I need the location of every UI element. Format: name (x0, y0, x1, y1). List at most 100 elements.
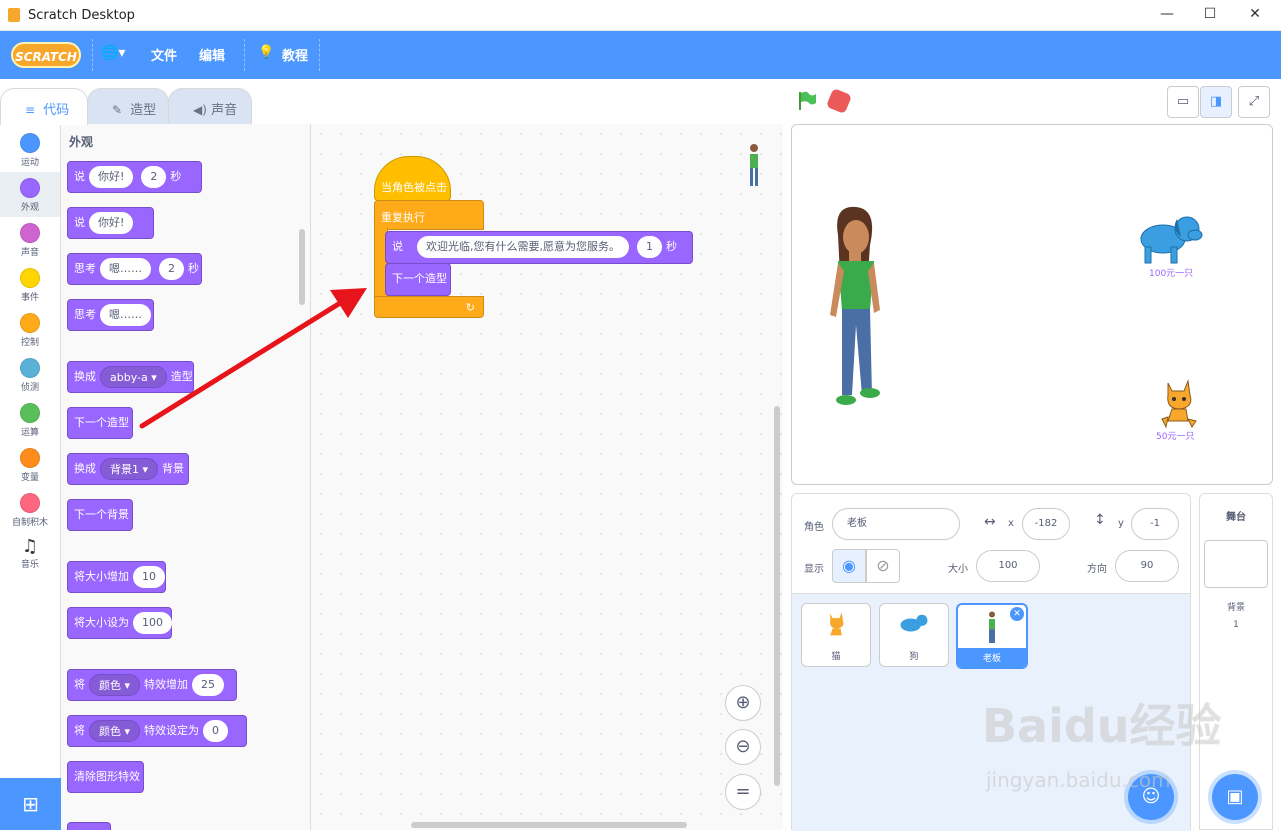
block-input[interactable]: 0 (203, 720, 229, 742)
switch-backdrop-block[interactable]: 换成 背景1 ▾ 背景 (67, 453, 189, 485)
category-variables[interactable]: 变量 (0, 442, 60, 487)
say-block[interactable]: 说你好! (67, 207, 154, 239)
add-backdrop-button[interactable]: ▣ (1212, 774, 1258, 820)
script-workspace[interactable]: 当角色被点击 重复执行 ↻ 说欢迎光临,您有什么需要,愿意为您服务。 1 秒 下一个… (311, 124, 783, 830)
stage-canvas[interactable]: 100元一只 50元一只 (791, 124, 1273, 485)
say-text-input[interactable]: 欢迎光临,您有什么需要,愿意为您服务。 (417, 236, 629, 258)
show-visible-button[interactable]: ◉ (832, 549, 866, 583)
workspace-vertical-scrollbar[interactable] (774, 406, 780, 786)
category-control[interactable]: 控制 (0, 307, 60, 352)
next-costume-script-block[interactable]: 下一个造型 (385, 263, 451, 296)
category-music[interactable]: ♫ 音乐 (0, 532, 60, 577)
stage-selector-title: 舞台 (1226, 512, 1246, 523)
scratch-logo[interactable]: SCRATCH (11, 42, 81, 68)
block-input[interactable]: 100 (133, 612, 172, 634)
say-for-secs-script-block[interactable]: 说欢迎光临,您有什么需要,愿意为您服务。 1 秒 (385, 231, 693, 264)
change-size-block[interactable]: 将大小增加 10 (67, 561, 166, 593)
file-menu[interactable]: 文件 (151, 45, 177, 64)
tab-sounds[interactable]: ◀) 声音 (168, 88, 252, 124)
y-position-input[interactable]: -1 (1131, 508, 1179, 540)
block-input[interactable]: 嗯…… (100, 304, 151, 326)
tab-code[interactable]: ≡ 代码 (0, 88, 88, 125)
eye-icon: ◉ (842, 556, 856, 575)
minimize-button[interactable]: — (1157, 6, 1177, 24)
size-input[interactable]: 100 (976, 550, 1040, 582)
fullscreen-button[interactable]: ⤢ (1238, 86, 1270, 118)
category-operators[interactable]: 运算 (0, 397, 60, 442)
show-label: 显示 (804, 564, 824, 575)
sprite-name-input[interactable]: 老板 (832, 508, 960, 540)
block-input[interactable]: 25 (192, 674, 225, 696)
delete-sprite-icon[interactable]: ✕ (1010, 607, 1024, 621)
close-button[interactable]: ✕ (1245, 6, 1265, 24)
tab-code-label: 代码 (43, 103, 70, 118)
category-label: 外观 (20, 203, 39, 213)
block-input[interactable]: 2 (141, 166, 167, 188)
zoom-in-button[interactable]: ⊕ (725, 685, 761, 721)
language-menu-icon[interactable]: 🌐▾ (101, 45, 125, 61)
switch-costume-block[interactable]: 换成 abby-a ▾ 造型 (67, 361, 194, 393)
category-motion[interactable]: 运动 (0, 127, 60, 172)
maximize-button[interactable]: ☐ (1200, 6, 1220, 24)
category-sensing[interactable]: 侦测 (0, 352, 60, 397)
show-hidden-button[interactable]: ⊘ (866, 549, 900, 583)
tab-costumes[interactable]: ✎ 造型 (87, 88, 169, 124)
small-stage-button[interactable]: ▭ (1167, 86, 1199, 118)
say-secs-input[interactable]: 1 (637, 236, 662, 258)
edit-menu[interactable]: 编辑 (199, 45, 225, 64)
tutorials-menu[interactable]: 教程 (282, 45, 308, 64)
sprite-thumb-cat[interactable]: 猫 (801, 603, 871, 667)
partial-block[interactable] (67, 822, 111, 830)
category-label: 控制 (20, 338, 39, 348)
zoom-reset-button[interactable]: = (725, 774, 761, 810)
abby-sprite[interactable] (818, 205, 888, 410)
clear-effects-block[interactable]: 清除图形特效 (67, 761, 144, 793)
normal-stage-icon: ◨ (1209, 94, 1223, 109)
change-effect-block[interactable]: 将颜色 ▾ 特效增加 25 (67, 669, 237, 701)
green-flag-icon[interactable] (797, 91, 817, 111)
direction-label: 方向 (1087, 564, 1107, 575)
x-position-input[interactable]: -182 (1022, 508, 1070, 540)
next-costume-block[interactable]: 下一个造型 (67, 407, 133, 439)
sprite-thumb-boss[interactable]: ✕ 老板 (956, 603, 1028, 669)
speaker-icon: ◀) (193, 103, 207, 117)
sensing-dot-icon (20, 358, 40, 378)
category-events[interactable]: 事件 (0, 262, 60, 307)
zoom-out-button[interactable]: ⊖ (725, 729, 761, 765)
next-backdrop-block[interactable]: 下一个背景 (67, 499, 133, 531)
dog-sprite[interactable] (1137, 211, 1203, 267)
code-icon: ≡ (25, 103, 36, 117)
sprite-thumb-dog[interactable]: 狗 (879, 603, 949, 667)
block-input[interactable]: 嗯…… (100, 258, 151, 280)
category-sound[interactable]: 声音 (0, 217, 60, 262)
workspace-horizontal-scrollbar[interactable] (411, 822, 687, 828)
normal-stage-button[interactable]: ◨ (1200, 86, 1232, 118)
stop-icon[interactable] (825, 87, 853, 115)
costume-dropdown[interactable]: abby-a ▾ (100, 366, 167, 388)
block-input[interactable]: 你好! (89, 212, 134, 234)
size-label: 大小 (948, 564, 968, 575)
set-effect-block[interactable]: 将颜色 ▾ 特效设定为 0 (67, 715, 247, 747)
cat-sprite[interactable] (1154, 377, 1202, 429)
category-looks[interactable]: 外观 (0, 172, 60, 217)
say-for-secs-block[interactable]: 说你好! 2 秒 (67, 161, 202, 193)
control-dot-icon (20, 313, 40, 333)
image-icon: ▣ (1226, 786, 1244, 807)
when-sprite-clicked-hat[interactable]: 当角色被点击 (374, 156, 451, 201)
add-extension-button[interactable]: ⊞ (0, 778, 61, 830)
block-input[interactable]: 2 (159, 258, 184, 280)
block-input[interactable]: 10 (133, 566, 165, 588)
category-my-blocks[interactable]: 自制积木 (0, 487, 60, 532)
think-block[interactable]: 思考 嗯…… (67, 299, 154, 331)
forever-block[interactable]: 重复执行 (374, 200, 484, 230)
effect-dropdown[interactable]: 颜色 ▾ (89, 674, 141, 696)
tab-costumes-label: 造型 (130, 103, 157, 118)
stage-thumbnail[interactable] (1204, 540, 1268, 588)
backdrop-dropdown[interactable]: 背景1 ▾ (100, 458, 159, 480)
think-for-secs-block[interactable]: 思考 嗯…… 2 秒 (67, 253, 202, 285)
effect-dropdown[interactable]: 颜色 ▾ (89, 720, 141, 742)
set-size-block[interactable]: 将大小设为 100 (67, 607, 172, 639)
block-input[interactable]: 你好! (89, 166, 134, 188)
direction-input[interactable]: 90 (1115, 550, 1179, 582)
palette-scrollbar[interactable] (299, 229, 305, 305)
